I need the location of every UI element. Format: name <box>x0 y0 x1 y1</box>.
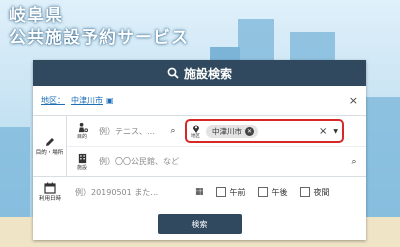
facility-icon-label: 施設 <box>76 164 87 171</box>
active-filter-row: 地区： 中津川市 ▣ × <box>33 86 366 116</box>
panel-header: 施設検索 <box>33 60 366 86</box>
area-icon-label: 地区 <box>191 133 200 139</box>
option-morning[interactable]: 午前 <box>215 187 246 198</box>
filter-clear-button[interactable]: × <box>349 94 358 107</box>
option-afternoon[interactable]: 午後 <box>257 187 288 198</box>
hero-title-line1: 岐阜県 <box>9 6 63 26</box>
area-chip-label: 中津川市 <box>212 126 242 136</box>
option-afternoon-label: 午後 <box>271 187 288 197</box>
purpose-icon-label: 目的 <box>76 134 87 140</box>
panel-footer: 検索 <box>33 207 366 241</box>
calendar-icon <box>44 182 56 194</box>
date-side: 利用日時 <box>33 182 67 202</box>
area-clear-button[interactable]: × <box>319 126 327 137</box>
purpose-icon <box>78 122 88 133</box>
filter-label[interactable]: 地区： <box>41 95 65 106</box>
checkbox-night[interactable] <box>299 187 310 197</box>
date-input[interactable]: 例）20190501 また… <box>75 187 185 198</box>
purpose-search-icon[interactable]: ⌕ <box>167 126 179 136</box>
facility-input[interactable]: 例）〇〇公民館、など <box>99 156 348 167</box>
area-chip[interactable]: 中津川市 ✕ <box>206 124 258 138</box>
building-icon <box>78 153 86 163</box>
option-morning-label: 午前 <box>229 187 246 197</box>
search-icon <box>167 67 179 79</box>
area-icon-group: 地区 <box>191 124 200 139</box>
checkbox-afternoon[interactable] <box>257 187 268 197</box>
calendar-icon: ▣ <box>106 96 114 105</box>
chevron-down-icon[interactable]: ▼ <box>333 128 338 135</box>
chip-remove-icon[interactable]: ✕ <box>245 126 254 136</box>
purpose-location-label: 目的・場所 <box>35 150 64 156</box>
search-button[interactable]: 検索 <box>157 214 242 234</box>
purpose-input[interactable]: 例）テニス、… <box>99 126 167 137</box>
checkbox-morning[interactable] <box>215 187 226 197</box>
date-picker-icon[interactable]: ▦ <box>195 187 204 197</box>
option-night-label: 夜間 <box>313 187 330 197</box>
purpose-location-block: 目的・場所 目的 例）テニス、… ⌕ 地区 中津川市 ✕ × ▼ 施設 例）〇〇… <box>33 116 366 177</box>
area-select[interactable]: 地区 中津川市 ✕ × ▼ <box>185 119 344 143</box>
purpose-area-row: 目的 例）テニス、… ⌕ 地区 中津川市 ✕ × ▼ <box>67 116 366 146</box>
panel-title: 施設検索 <box>183 66 232 81</box>
hero-title-line2: 公共施設予約サービス <box>9 28 189 48</box>
pencil-icon <box>45 138 54 146</box>
hero-title: 岐阜県 公共施設予約サービス <box>9 5 189 49</box>
facility-row: 施設 例）〇〇公民館、など ⌕ <box>67 146 366 176</box>
filter-value[interactable]: 中津川市 <box>71 95 103 106</box>
facility-icon-group: 施設 <box>71 153 93 171</box>
purpose-location-side: 目的・場所 <box>33 116 67 176</box>
date-label: 利用日時 <box>38 196 61 202</box>
map-pin-icon <box>192 125 199 133</box>
purpose-icon-group: 目的 <box>71 122 93 140</box>
date-row: 利用日時 例）20190501 また… ▦ 午前 午後 夜間 <box>33 177 366 207</box>
search-panel: 施設検索 地区： 中津川市 ▣ × 目的・場所 目的 例）テニス、… ⌕ 地区 … <box>33 60 366 240</box>
facility-search-icon[interactable]: ⌕ <box>348 157 360 167</box>
option-night[interactable]: 夜間 <box>299 187 330 198</box>
